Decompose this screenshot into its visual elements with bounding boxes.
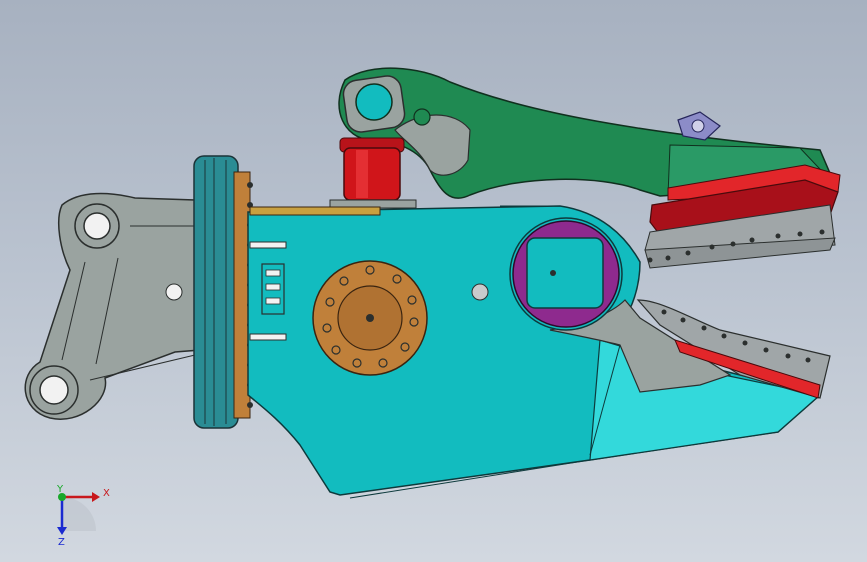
z-axis-label: Z	[58, 537, 65, 548]
cad-viewport[interactable]: X Y Z	[0, 0, 867, 562]
bracket-hole-top	[83, 212, 111, 240]
hydraulic-cylinder[interactable]	[329, 137, 417, 209]
rotary-plate[interactable]	[312, 260, 428, 376]
x-axis-label: X	[103, 488, 110, 499]
rotation-ring[interactable]	[193, 155, 253, 429]
coordinate-triad: X Y Z	[56, 484, 110, 548]
mounting-bracket[interactable]	[24, 192, 201, 420]
model-canvas[interactable]: X Y Z	[0, 0, 867, 562]
y-axis-label: Y	[56, 484, 64, 495]
bracket-hole-bottom	[39, 375, 69, 405]
pivot-bearing[interactable]	[509, 217, 623, 331]
